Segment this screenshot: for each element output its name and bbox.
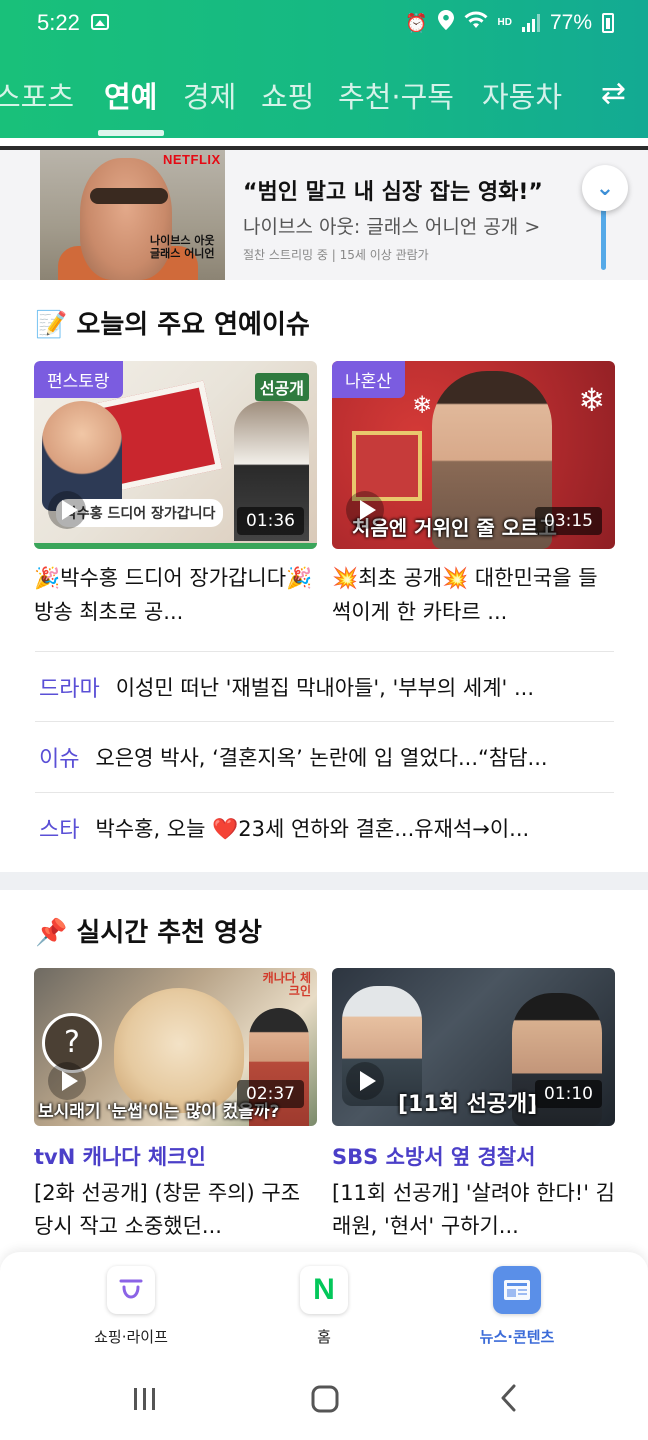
issue-headline[interactable]: 이성민 떠난 '재벌집 막내아들', '부부의 세계' ... [116, 672, 614, 702]
issue-category: 이슈 [39, 746, 80, 772]
issue-headline[interactable]: 박수홍, 오늘 ❤️23세 연하와 결혼...유재석→이... [95, 813, 614, 843]
status-time: 5:22 [37, 10, 80, 35]
poster-sunglasses [90, 188, 168, 204]
chevron-down-icon: ⌄ [595, 175, 615, 201]
video-thumbnail[interactable]: 선공개 박수홍 드디어 장가갑니다 편스토랑 01:36 [34, 361, 317, 549]
video-title[interactable]: 💥최초 공개💥 대한민국을 들썩이게 한 카타르 ... [332, 561, 615, 631]
news-icon [493, 1266, 541, 1314]
bottom-navigation: 쇼핑·라이프 N 홈 뉴스·콘텐츠 [0, 1252, 648, 1358]
wifi-icon [464, 10, 488, 36]
signal-icon [521, 14, 540, 32]
scroll-down-button[interactable]: ⌄ [582, 165, 628, 211]
snowflake-icon: ❄ [412, 391, 433, 419]
issue-video-card[interactable]: ❄ ❄ 처음엔 거위인 줄 오르고 나혼산 03:15 💥최초 공개💥 대한민국… [332, 361, 615, 641]
issue-row[interactable]: 드라마 이성민 떠난 '재벌집 막내아들', '부부의 세계' ... [35, 651, 614, 721]
video-duration: 01:10 [535, 1080, 602, 1108]
banner-meta: 절찬 스트리밍 중 | 15세 이상 관람가 [243, 248, 429, 262]
issue-category: 드라마 [39, 676, 100, 702]
recent-apps-button[interactable] [131, 1380, 159, 1416]
video-thumbnail[interactable]: ❄ ❄ 처음엔 거위인 줄 오르고 나혼산 03:15 [332, 361, 615, 549]
play-icon [346, 491, 384, 529]
tab-sports[interactable]: 스포츠 [0, 74, 74, 116]
banner-subtitle-link[interactable]: 나이브스 아웃: 글래스 어니언 공개 > [243, 212, 540, 239]
video-title[interactable]: 🎉박수홍 드디어 장가갑니다🎉 방송 최초로 공... [34, 561, 317, 631]
thumb-puppy-image [114, 988, 244, 1113]
section-divider [0, 872, 648, 890]
video-thumbnail[interactable]: ? 캐나다 체크인 보시래기 '눈썹'이는 많이 컸을까? 02:37 [34, 968, 317, 1126]
nav-news-content[interactable]: 뉴스·콘텐츠 [457, 1266, 577, 1347]
back-button[interactable] [497, 1380, 521, 1416]
tab-entertainment[interactable]: 연예 [104, 74, 157, 116]
recommended-video-card[interactable]: [11회 선공개] 01:10 SBS 소방서 옆 경찰서 [11회 선공개] … [332, 968, 615, 1248]
banner-headline: “범인 말고 내 심장 잡는 영화!” [243, 180, 543, 205]
video-description[interactable]: [11회 선공개] '살려야 한다!' 김래원, '현서' 구하기... [332, 1177, 615, 1243]
hd-voice-icon: HD [497, 17, 512, 28]
nav-label: 뉴스·콘텐츠 [479, 1328, 555, 1346]
tab-cars[interactable]: 자동차 [482, 74, 562, 116]
system-navigation-bar [0, 1358, 648, 1440]
video-channel[interactable]: tvN 캐나다 체크인 [34, 1141, 206, 1171]
top-header: 5:22 ⏰ HD 77% 스포츠 연예 경제 쇼핑 추천·구독 자동차 ⇄ [0, 0, 648, 138]
videos-section-title: 📌 실시간 추천 영상 [35, 918, 262, 948]
thumb-caption: [11회 선공개] [398, 1092, 538, 1117]
active-tab-indicator [98, 130, 164, 136]
issue-row[interactable]: 이슈 오은영 박사, ‘결혼지옥’ 논란에 입 열었다...“참담... [35, 721, 614, 791]
snowflake-icon: ❄ [578, 381, 605, 419]
naver-n-icon: N [300, 1266, 348, 1314]
video-duration: 03:15 [535, 507, 602, 535]
play-icon [48, 1062, 86, 1100]
program-badge: 나혼산 [332, 361, 405, 398]
tab-recommend-subscribe[interactable]: 추천·구독 [338, 74, 454, 116]
movie-poster-image: NETFLIX 나이브스 아웃 글래스 어니언 [40, 150, 225, 280]
swap-tabs-icon[interactable]: ⇄ [601, 76, 626, 111]
video-channel[interactable]: SBS 소방서 옆 경찰서 [332, 1141, 535, 1171]
play-icon [346, 1062, 384, 1100]
video-thumbnail[interactable]: [11회 선공개] 01:10 [332, 968, 615, 1126]
issue-category: 스타 [39, 817, 80, 843]
poster-title: 나이브스 아웃 글래스 어니언 [150, 234, 215, 260]
category-tabs: 스포츠 연예 경제 쇼핑 추천·구독 자동차 [0, 68, 648, 128]
video-duration: 02:37 [237, 1080, 304, 1108]
location-icon [437, 10, 454, 36]
home-button[interactable] [310, 1380, 340, 1416]
status-bar: 5:22 ⏰ HD 77% [0, 0, 648, 50]
netflix-logo: NETFLIX [163, 152, 221, 167]
naver-n-glyph: N [313, 1273, 335, 1306]
issue-headline[interactable]: 오은영 박사, ‘결혼지옥’ 논란에 입 열었다...“참담... [95, 742, 614, 772]
alarm-icon: ⏰ [405, 13, 428, 33]
tab-shopping[interactable]: 쇼핑 [261, 74, 314, 116]
video-duration: 01:36 [237, 507, 304, 535]
tab-economy[interactable]: 경제 [183, 74, 236, 116]
recommended-video-card[interactable]: ? 캐나다 체크인 보시래기 '눈썹'이는 많이 컸을까? 02:37 tvN … [34, 968, 317, 1248]
issue-row[interactable]: 스타 박수홍, 오늘 ❤️23세 연하와 결혼...유재석→이... [35, 792, 614, 862]
shopping-icon [107, 1266, 155, 1314]
nav-label: 홈 [317, 1328, 331, 1346]
thumb-bottom-bar [34, 543, 317, 549]
nav-shopping-life[interactable]: 쇼핑·라이프 [71, 1266, 191, 1347]
video-description[interactable]: [2화 선공개] (창문 주의) 구조 당시 작고 소중했던... [34, 1177, 317, 1243]
battery-percent: 77% [549, 11, 592, 34]
nav-home[interactable]: N 홈 [264, 1266, 384, 1347]
status-icons: ⏰ HD 77% [405, 10, 614, 36]
nav-label: 쇼핑·라이프 [94, 1328, 168, 1346]
battery-icon [602, 13, 614, 33]
thumb-tag: 캐나다 체크인 [262, 971, 311, 998]
netflix-ad-banner[interactable]: NETFLIX 나이브스 아웃 글래스 어니언 “범인 말고 내 심장 잡는 영화… [0, 150, 648, 280]
poster-face [80, 158, 172, 280]
issue-video-card[interactable]: 선공개 박수홍 드디어 장가갑니다 편스토랑 01:36 🎉박수홍 드디어 장가… [34, 361, 317, 641]
thumb-tag: 선공개 [254, 373, 309, 401]
issues-section-title: 📝 오늘의 주요 연예이슈 [35, 310, 310, 340]
program-badge: 편스토랑 [34, 361, 123, 398]
gallery-notification-icon [91, 14, 109, 30]
play-icon [48, 491, 86, 529]
